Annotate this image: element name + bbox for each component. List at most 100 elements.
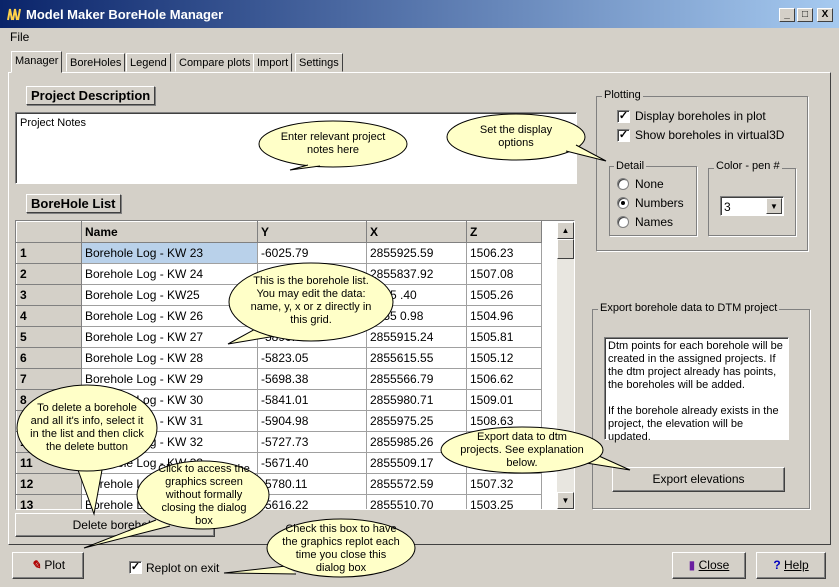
row-number: 2 xyxy=(16,263,82,285)
cell-y[interactable]: -5904.98 xyxy=(257,410,367,432)
callout-replot-text: Check this box to have the graphics repl… xyxy=(282,523,400,574)
row-number: 13 xyxy=(16,494,82,509)
cell-x[interactable]: 2855566.79 xyxy=(366,368,467,390)
callout-delete-text: To delete a borehole and all it's info, … xyxy=(30,402,144,453)
help-icon: ? xyxy=(773,558,781,572)
cell-y[interactable]: -5671.40 xyxy=(257,452,367,474)
cell-z[interactable]: 1504.96 xyxy=(466,305,542,327)
cell-y[interactable]: -6025.79 xyxy=(257,242,367,264)
plot-button-label: Plot xyxy=(44,558,66,572)
cell-x[interactable]: 2855615.55 xyxy=(366,347,467,369)
close-button-label: Close xyxy=(698,558,730,572)
window-title: Model Maker BoreHole Manager xyxy=(26,7,224,22)
callout-export-text: Export data to dtm projects. See explana… xyxy=(460,430,584,469)
display-in-plot-label: Display boreholes in plot xyxy=(635,109,766,123)
callout-replot: Check this box to have the graphics repl… xyxy=(223,518,416,580)
help-button[interactable]: ? Help xyxy=(756,552,826,579)
display-in-plot-checkbox[interactable]: ✓ xyxy=(617,110,630,123)
tab-settings[interactable]: Settings xyxy=(295,53,343,72)
table-header-row: Name Y X Z xyxy=(16,221,542,243)
cell-x[interactable]: 2855980.71 xyxy=(366,389,467,411)
callout-plot-text: Click to access the graphics screen with… xyxy=(158,462,250,527)
color-title: Color - pen # xyxy=(714,160,782,172)
tab-import[interactable]: Import xyxy=(253,53,293,72)
export-info-text-1: Dtm points for each borehole will be cre… xyxy=(608,340,783,391)
callout-export: Export data to dtm projects. See explana… xyxy=(440,426,631,476)
cell-y[interactable]: -5616.22 xyxy=(257,494,367,509)
project-notes-text: Project Notes xyxy=(20,117,87,129)
cell-z[interactable]: 1505.26 xyxy=(466,284,542,306)
row-number: 6 xyxy=(16,347,82,369)
menu-bar xyxy=(0,28,839,46)
cell-x[interactable]: 2855572.59 xyxy=(366,473,467,495)
plot-button[interactable]: ✎ Plot xyxy=(12,552,84,579)
title-bar[interactable]: Model Maker BoreHole Manager _ □ X xyxy=(0,0,839,28)
export-elevations-button[interactable]: Export elevations xyxy=(612,467,785,492)
cell-z[interactable]: 1506.23 xyxy=(466,242,542,264)
cell-x[interactable]: 2855925.59 xyxy=(366,242,467,264)
export-info-text-2: If the borehole already exists in the pr… xyxy=(608,405,779,443)
cell-z[interactable]: 1507.32 xyxy=(466,473,542,495)
replot-on-exit-label: Replot on exit xyxy=(146,561,220,575)
cell-name[interactable]: Borehole Log - KW 28 xyxy=(81,347,258,369)
table-row[interactable]: 6 Borehole Log - KW 28 -5823.05 2855615.55 1… xyxy=(16,347,542,369)
scroll-thumb[interactable] xyxy=(557,239,574,259)
cell-y[interactable]: -5727.73 xyxy=(257,431,367,453)
borehole-list-header: BoreHole List xyxy=(26,194,121,213)
close-button[interactable]: ▮ Close xyxy=(672,552,746,579)
callout-notes: Enter relevant project notes here xyxy=(258,120,408,172)
callout-display: Set the display options xyxy=(446,113,607,163)
door-icon: ▮ xyxy=(688,558,696,572)
row-number: 12 xyxy=(16,473,82,495)
callout-list-text: This is the borehole list. You may edit … xyxy=(250,275,372,326)
cell-z[interactable]: 1509.01 xyxy=(466,389,542,411)
detail-none-label: None xyxy=(635,177,664,191)
menu-file[interactable]: File xyxy=(10,30,29,44)
scroll-down-icon[interactable]: ▼ xyxy=(557,492,574,509)
detail-numbers-radio[interactable] xyxy=(617,197,629,209)
row-number: 5 xyxy=(16,326,82,348)
replot-on-exit-checkbox[interactable]: ✓ xyxy=(129,561,142,574)
cell-y[interactable]: -5698.38 xyxy=(257,368,367,390)
cell-y[interactable]: -5841.01 xyxy=(257,389,367,411)
callout-plot: Click to access the graphics screen with… xyxy=(83,460,270,549)
column-header-name[interactable]: Name xyxy=(81,221,258,243)
detail-numbers-label: Numbers xyxy=(635,196,684,210)
cell-z[interactable]: 1507.08 xyxy=(466,263,542,285)
help-button-label: Help xyxy=(784,558,809,572)
callout-list: This is the borehole list. You may edit … xyxy=(227,262,394,346)
color-pen-select[interactable]: 3 ▼ xyxy=(720,196,784,216)
detail-none-radio[interactable] xyxy=(617,178,629,190)
plotting-title: Plotting xyxy=(602,89,643,101)
minimize-button[interactable]: _ xyxy=(779,8,795,22)
column-header-x[interactable]: X xyxy=(366,221,467,243)
cell-y[interactable]: -5823.05 xyxy=(257,347,367,369)
chevron-down-icon[interactable]: ▼ xyxy=(766,198,782,214)
detail-names-radio[interactable] xyxy=(617,216,629,228)
cell-z[interactable]: 1505.81 xyxy=(466,326,542,348)
cell-name[interactable]: Borehole Log - KW 23 xyxy=(81,242,258,264)
cell-z[interactable]: 1503.25 xyxy=(466,494,542,509)
column-header-z[interactable]: Z xyxy=(466,221,542,243)
callout-notes-text: Enter relevant project notes here xyxy=(280,131,386,156)
app-icon xyxy=(7,8,21,21)
tab-manager[interactable]: Manager xyxy=(11,51,63,73)
cell-z[interactable]: 1505.12 xyxy=(466,347,542,369)
export-info-box: Dtm points for each borehole will be cre… xyxy=(604,337,789,443)
scroll-up-icon[interactable]: ▲ xyxy=(557,222,574,239)
tab-legend[interactable]: Legend xyxy=(126,53,171,72)
table-row[interactable]: 1 Borehole Log - KW 23 -6025.79 2855925.59 1… xyxy=(16,242,542,264)
export-title: Export borehole data to DTM project xyxy=(598,302,780,314)
tab-boreholes[interactable]: BoreHoles xyxy=(66,53,126,72)
close-window-button[interactable]: X xyxy=(817,8,833,22)
tab-compare-plots[interactable]: Compare plots xyxy=(175,53,255,72)
cell-z[interactable]: 1506.62 xyxy=(466,368,542,390)
callout-display-text: Set the display options xyxy=(479,124,553,149)
project-description-header: Project Description xyxy=(26,86,156,105)
column-header-y[interactable]: Y xyxy=(257,221,367,243)
pen-icon: ✎ xyxy=(30,558,42,572)
show-virtual3d-checkbox[interactable]: ✓ xyxy=(617,129,630,142)
cell-y[interactable]: -5780.11 xyxy=(257,473,367,495)
cell-x[interactable]: 2855510.70 xyxy=(366,494,467,509)
maximize-button[interactable]: □ xyxy=(797,8,813,22)
